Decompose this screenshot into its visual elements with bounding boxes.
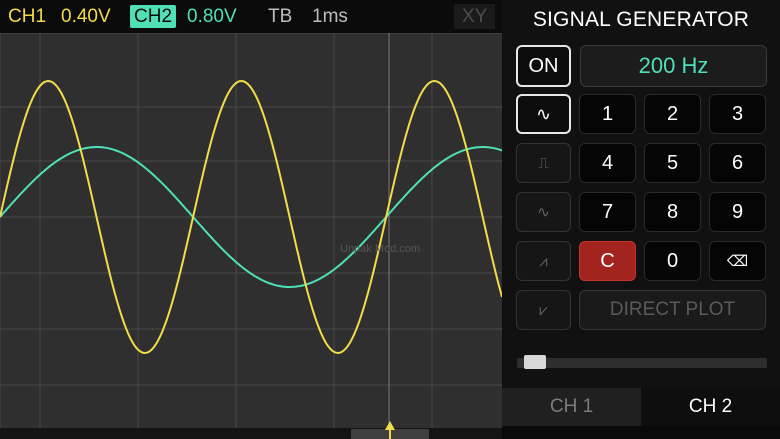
key-4[interactable]: 4 xyxy=(579,143,636,183)
status-bar: CH1 0.40V CH2 0.80V TB 1ms XY xyxy=(0,0,502,33)
frequency-display[interactable]: 200 Hz xyxy=(580,45,767,87)
scope-grid xyxy=(0,33,502,428)
tab-ch2[interactable]: CH 2 xyxy=(641,388,780,426)
key-0-label: 0 xyxy=(666,249,679,272)
triangle-wave-icon: ∿ xyxy=(537,204,550,221)
ch2-volts-per-div[interactable]: 0.80V xyxy=(187,4,237,29)
key-1-label: 1 xyxy=(601,102,614,125)
xy-mode-button[interactable]: XY xyxy=(454,4,496,29)
key-7[interactable]: 7 xyxy=(579,192,636,232)
key-7-label: 7 xyxy=(601,200,614,223)
timebase-label[interactable]: TB xyxy=(268,4,292,29)
frequency-value: 200 Hz xyxy=(638,53,709,78)
key-4-label: 4 xyxy=(601,151,614,174)
sawtooth-wave-icon: ⩘ xyxy=(539,252,548,270)
on-button-label: ON xyxy=(528,54,559,77)
sawtooth-wave-button[interactable]: ⩘ xyxy=(516,241,571,281)
oscilloscope-display[interactable]: Unpak Mod.com xyxy=(0,33,502,428)
backspace-button[interactable]: ⌫ xyxy=(709,241,766,281)
timebase-value[interactable]: 1ms xyxy=(312,4,348,29)
sine-wave-button[interactable]: ∿ xyxy=(516,94,571,134)
panel-title: SIGNAL GENERATOR xyxy=(532,8,750,31)
tab-bar-bottom xyxy=(502,426,780,439)
clear-button[interactable]: C xyxy=(579,241,636,281)
sine-wave-icon: ∿ xyxy=(535,103,552,124)
scope-plot xyxy=(0,33,502,428)
watermark: Unpak Mod.com xyxy=(340,243,421,255)
trigger-marker-stem xyxy=(389,428,391,439)
backspace-icon: ⌫ xyxy=(726,253,749,270)
tab-ch1[interactable]: CH 1 xyxy=(502,388,641,426)
on-button[interactable]: ON xyxy=(516,45,571,87)
key-5[interactable]: 5 xyxy=(644,143,701,183)
square-wave-button[interactable]: ⎍ xyxy=(516,143,571,183)
tab-ch2-label: CH 2 xyxy=(688,396,733,417)
direct-plot-label: DIRECT PLOT xyxy=(609,299,736,320)
key-3-label: 3 xyxy=(731,102,744,125)
key-2[interactable]: 2 xyxy=(644,94,701,134)
key-2-label: 2 xyxy=(666,102,679,125)
key-8[interactable]: 8 xyxy=(644,192,701,232)
amplitude-slider-track[interactable] xyxy=(517,358,767,368)
direct-plot-button[interactable]: DIRECT PLOT xyxy=(579,290,766,330)
clear-button-label: C xyxy=(600,249,615,272)
key-6[interactable]: 6 xyxy=(709,143,766,183)
ch1-label[interactable]: CH1 xyxy=(8,4,46,29)
key-0[interactable]: 0 xyxy=(644,241,701,281)
key-5-label: 5 xyxy=(666,151,679,174)
reverse-sawtooth-icon: ⩗ xyxy=(539,301,548,319)
key-9[interactable]: 9 xyxy=(709,192,766,232)
key-6-label: 6 xyxy=(731,151,744,174)
key-9-label: 9 xyxy=(731,200,744,223)
key-3[interactable]: 3 xyxy=(709,94,766,134)
ch2-label[interactable]: CH2 xyxy=(130,5,177,28)
reverse-sawtooth-button[interactable]: ⩗ xyxy=(516,290,571,330)
tab-ch1-label: CH 1 xyxy=(549,396,594,417)
ch1-volts-per-div[interactable]: 0.40V xyxy=(61,4,111,29)
square-wave-icon: ⎍ xyxy=(538,154,549,172)
signal-generator-panel: SIGNAL GENERATOR ON 200 Hz ∿ ⎍ ∿ ⩘ ⩗ 1 2… xyxy=(502,0,780,439)
amplitude-slider-thumb[interactable] xyxy=(523,355,546,369)
channel-tabs: CH 1 CH 2 xyxy=(502,388,780,439)
key-1[interactable]: 1 xyxy=(579,94,636,134)
triangle-wave-button[interactable]: ∿ xyxy=(516,192,571,232)
key-8-label: 8 xyxy=(666,200,679,223)
